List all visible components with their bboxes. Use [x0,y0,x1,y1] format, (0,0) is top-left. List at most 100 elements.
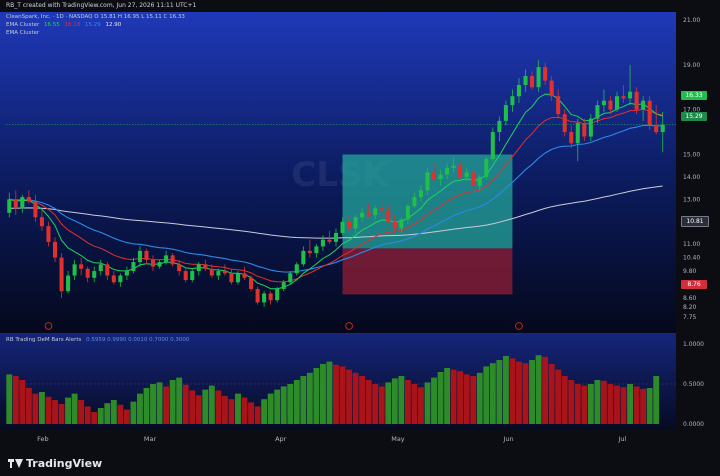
candle-body [601,100,606,106]
dem-bar [169,380,176,424]
dem-bar [6,374,13,424]
candle-body [164,255,169,263]
candle-body [588,118,593,137]
candle-body [7,199,12,213]
dem-bar [58,404,65,424]
candle-body [229,273,234,283]
indicator-legend[interactable]: RB Trading DeM Bars Alerts 0.5959 0.9990… [6,337,192,343]
ema-cluster-legend-1[interactable]: EMA Cluster 16.55 16.18 15.29 12.90 [6,22,124,28]
ema-value-2: 16.18 [64,22,81,28]
candle-body [59,257,64,292]
dem-bar [385,382,392,424]
dem-bar [300,376,307,424]
dem-bar [568,380,575,424]
chart-caption: RB_T created with TradingView.com, Jun 2… [0,0,720,12]
candle-body [190,271,195,281]
candle-body [386,210,391,222]
dem-bar [130,401,137,424]
dem-bar [248,402,254,424]
dem-bar [241,397,248,424]
candle-body [124,271,129,276]
dem-bar [189,390,196,424]
dem-bar [274,389,281,424]
candle-body [92,271,97,278]
dem-bar [182,384,189,424]
candle-body [203,264,208,269]
dem-bar [208,385,215,424]
dem-bar [110,400,117,424]
candle-body [177,264,182,272]
dem-bar [587,384,594,424]
ema-value-4: 12.90 [105,22,122,28]
dem-bar [78,400,85,424]
candle-body [543,67,548,81]
footer-bar: TradingView [0,448,720,476]
candle-body [320,239,325,247]
candle-body [569,132,574,144]
dem-bar [319,364,326,424]
dem-bar [509,358,516,424]
ema-cluster-legend-2[interactable]: EMA Cluster [6,30,39,36]
stop-loss-zone [342,248,513,295]
candle-body [262,293,267,303]
price-tick-label: 15.00 [683,151,700,158]
dem-bar [607,384,614,424]
candle-body [464,172,469,177]
dem-bar [45,396,52,424]
dem-bar [104,403,111,424]
dem-bar [483,366,490,424]
candle-body [399,219,404,229]
candle-body [614,96,620,110]
candle-body [360,212,365,218]
dem-bar [137,393,143,424]
candle-body [242,273,247,278]
candle-body [379,208,384,211]
dem-bar [339,366,346,424]
symbol-legend[interactable]: CleanSpark, Inc. · 1D · NASDAQ O 15.81 H… [6,14,185,20]
dem-bar [522,363,529,424]
price-tick-label: 8.60 [683,295,697,302]
time-tick-label: Jun [502,435,513,443]
dem-bar [424,382,431,424]
candle-body [575,123,580,144]
candle-body [111,275,116,283]
ema-cluster-label: EMA Cluster [6,22,40,28]
entry-price-label: 10.81 [681,216,709,227]
candle-body [451,165,456,168]
price-tick-label: 10.40 [683,255,700,262]
dem-bar [39,392,45,424]
candle-body [347,221,352,229]
dem-bar [52,400,58,424]
candle-body [33,201,38,218]
indicator-tick-label: 1.0000 [683,341,704,348]
candle-body [621,96,626,99]
candle-body [418,190,423,198]
tradingview-brand[interactable]: TradingView [8,457,102,470]
dem-bar [287,384,294,424]
dem-bar [581,385,588,424]
dem-bar [548,364,555,424]
dem-bar [653,376,660,424]
candle-body [333,232,339,242]
candle-body [660,124,665,133]
candle-body [536,67,541,88]
candle-body [516,85,521,97]
dem-bar [391,378,398,424]
ema-value-3: 15.29 [85,22,101,28]
dem-bar [535,355,542,424]
candle-body [530,76,535,88]
candle-body [281,282,286,289]
time-tick-label: Jul [617,435,626,443]
candle-body [503,105,508,121]
tradingview-logo-icon [8,459,23,468]
time-axis-background [0,430,720,448]
candle-body [288,273,293,283]
ema-value-1: 16.55 [44,22,60,28]
chart-canvas[interactable]: 21.0019.0017.0015.0014.0013.0012.0011.00… [0,0,720,448]
candle-body [458,165,463,177]
candle-body [641,100,646,110]
dem-bar [457,371,464,424]
price-tick-label: 8.20 [683,304,697,311]
candle-body [209,268,214,276]
candle-body [307,250,312,254]
